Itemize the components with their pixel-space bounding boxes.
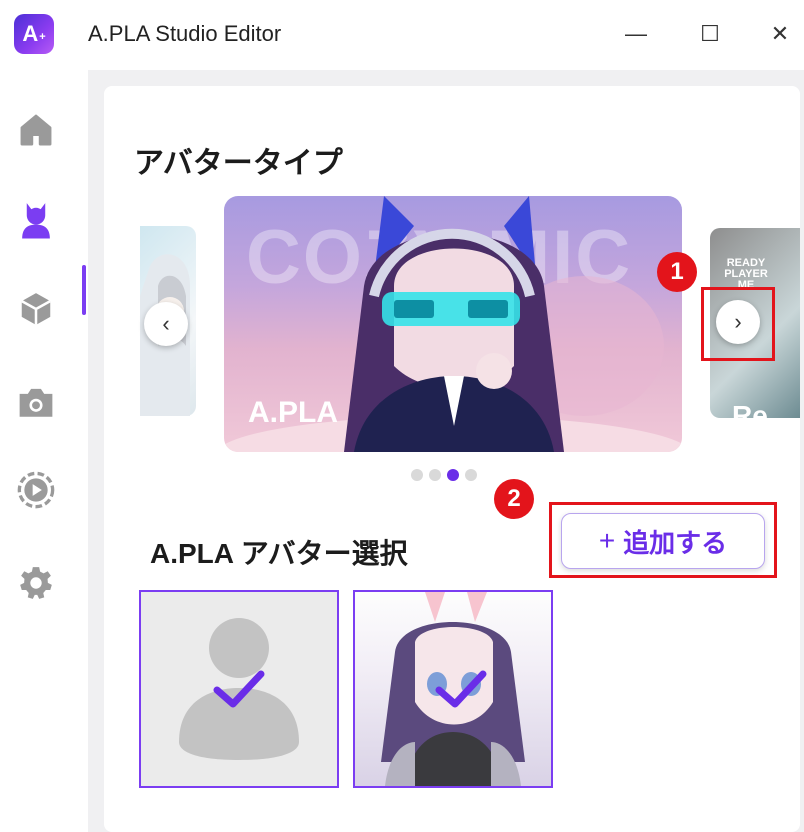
sidebar-item-camera[interactable] <box>14 380 58 424</box>
avatar-card-default[interactable] <box>139 590 339 788</box>
minimize-button[interactable]: — <box>618 18 654 50</box>
sidebar <box>0 70 88 832</box>
pagination-dot[interactable] <box>465 469 477 481</box>
pagination-dot-active[interactable] <box>447 469 459 481</box>
sidebar-active-indicator <box>82 265 86 315</box>
home-icon <box>20 114 52 146</box>
prev-arrow-button[interactable]: ‹ <box>144 302 188 346</box>
close-button[interactable]: ✕ <box>762 18 798 50</box>
gear-icon <box>20 567 52 599</box>
add-avatar-button[interactable]: + 追加する <box>561 513 765 569</box>
sidebar-item-motion[interactable] <box>14 468 58 512</box>
avatar-card-bunny-girl[interactable] <box>353 590 553 788</box>
pagination-dot[interactable] <box>429 469 441 481</box>
add-avatar-label: 追加する <box>623 527 728 558</box>
camera-icon <box>19 388 53 417</box>
avatar-type-title: アバタータイプ <box>134 147 343 180</box>
annotation-box-1 <box>701 287 775 361</box>
logo-plus: + <box>39 31 46 43</box>
annotation-badge-1: 1 <box>657 252 697 292</box>
cube-icon <box>21 293 51 325</box>
carousel-pagination <box>411 469 477 481</box>
plus-icon: + <box>598 525 616 556</box>
sidebar-item-home[interactable] <box>14 108 58 152</box>
sidebar-item-cube[interactable] <box>14 287 58 331</box>
slide-next-label: Re <box>732 400 768 431</box>
pagination-dot[interactable] <box>411 469 423 481</box>
slide-current[interactable]: COZY MIC A.PLA <box>224 196 682 452</box>
play-circle-icon <box>17 471 55 509</box>
chevron-left-icon: ‹ <box>162 311 170 336</box>
annotation-badge-2: 2 <box>494 479 534 519</box>
sidebar-item-avatar[interactable] <box>14 198 58 242</box>
default-avatar-icon <box>179 618 299 760</box>
maximize-button[interactable]: ☐ <box>692 18 728 50</box>
title-bar: A + A.PLA Studio Editor — ☐ ✕ <box>0 0 804 70</box>
avatar-select-title: A.PLA アバター選択 <box>150 538 408 569</box>
window-title: A.PLA Studio Editor <box>88 21 282 46</box>
slide-label: A.PLA <box>248 396 338 429</box>
avatar-icon <box>22 203 50 239</box>
logo-letter: A <box>22 21 39 46</box>
sidebar-item-settings[interactable] <box>14 561 58 605</box>
bunny-girl-avatar-image <box>381 592 525 786</box>
app-logo: A + <box>14 14 54 54</box>
